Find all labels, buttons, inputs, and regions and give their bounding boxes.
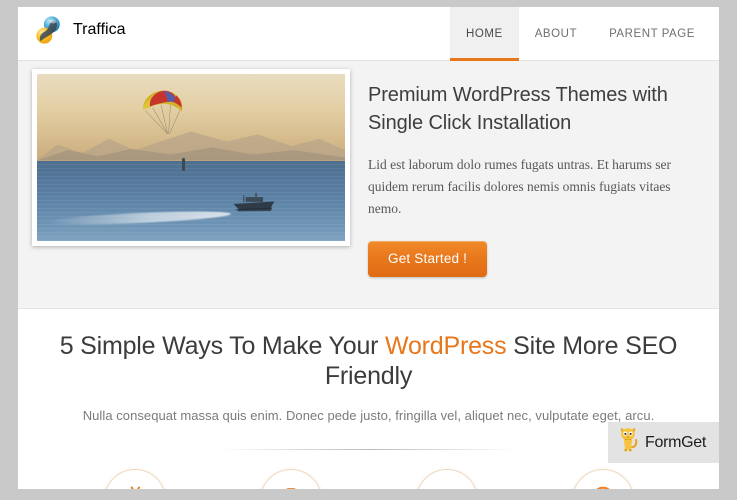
feature-item-briefcase[interactable] [260, 469, 322, 489]
main-nav: HOME ABOUT PARENT PAGE [450, 7, 711, 60]
seo-title: 5 Simple Ways To Make Your WordPress Sit… [18, 331, 719, 391]
hero-section: Premium WordPress Themes with Single Cli… [18, 61, 719, 309]
feature-row [18, 469, 719, 489]
hero-description: Lid est laborum dolo rumes fugats untras… [368, 154, 688, 220]
watermark-label: FormGet [645, 434, 706, 452]
photo-sea [37, 161, 345, 241]
feature-item-compass[interactable] [572, 469, 634, 489]
photo-boat [222, 191, 287, 213]
section-divider [219, 449, 519, 450]
cat-mascot-icon [615, 425, 641, 460]
page-frame: Traffica HOME ABOUT PARENT PAGE [18, 7, 719, 489]
swirl-logo-icon [34, 15, 64, 45]
hero-image [37, 74, 345, 241]
chat-bubbles-icon [434, 485, 460, 490]
photo-parasail [126, 89, 200, 136]
hero-copy: Premium WordPress Themes with Single Cli… [368, 81, 688, 277]
nav-item-label: HOME [466, 28, 503, 40]
seo-title-highlight: WordPress [385, 332, 506, 360]
hero-title: Premium WordPress Themes with Single Cli… [368, 81, 688, 138]
seo-subtitle: Nulla consequat massa quis enim. Donec p… [18, 408, 719, 423]
nav-item-label: PARENT PAGE [609, 28, 695, 40]
feature-item-chat[interactable] [416, 469, 478, 489]
television-icon [122, 485, 148, 490]
photo-parasailer [182, 158, 185, 171]
nav-item-parent-page[interactable]: PARENT PAGE [593, 7, 711, 60]
hero-image-frame [32, 69, 350, 246]
compass-icon [590, 485, 616, 490]
formget-watermark: FormGet [608, 422, 719, 463]
nav-item-about[interactable]: ABOUT [519, 7, 593, 60]
site-header: Traffica HOME ABOUT PARENT PAGE [18, 7, 719, 61]
brand[interactable]: Traffica [34, 15, 125, 45]
get-started-button[interactable]: Get Started ! [368, 241, 487, 277]
feature-item-television[interactable] [104, 469, 166, 489]
nav-item-home[interactable]: HOME [450, 7, 519, 60]
brand-name: Traffica [73, 21, 125, 39]
seo-title-before: 5 Simple Ways To Make Your [60, 332, 385, 360]
nav-item-label: ABOUT [535, 28, 577, 40]
briefcase-icon [278, 485, 304, 490]
